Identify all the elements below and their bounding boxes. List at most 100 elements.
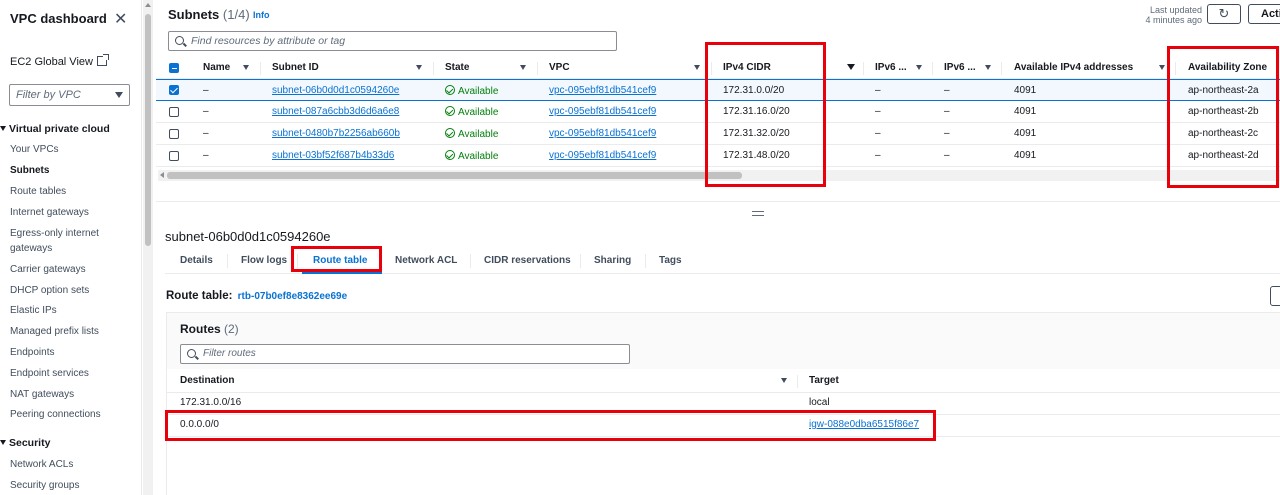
subnets-search-input[interactable]: Find resources by attribute or tag — [168, 31, 617, 51]
select-all-checkbox[interactable] — [169, 63, 179, 73]
tab-details[interactable]: Details — [180, 255, 213, 266]
sidebar-item-nat-gateways[interactable]: NAT gateways — [10, 387, 130, 402]
subnets-table-header: Name Subnet ID State VPC IPv4 CIDR IPv6 … — [156, 58, 1280, 79]
caret-down-icon — [0, 126, 6, 131]
sort-icon[interactable] — [243, 65, 249, 70]
sidebar-item-subnets[interactable]: Subnets — [10, 163, 130, 178]
table-row[interactable]: – subnet-06b0d0d1c0594260e Available vpc… — [156, 79, 1280, 101]
sidebar-item-peering-connections[interactable]: Peering connections — [10, 407, 130, 422]
sort-icon[interactable] — [916, 65, 922, 70]
tab-divider — [645, 254, 646, 268]
sidebar-item-your-vpcs[interactable]: Your VPCs — [10, 142, 130, 157]
route-table-id-link[interactable]: rtb-07b0ef8e8362ee69e — [238, 291, 348, 302]
search-placeholder: Find resources by attribute or tag — [191, 35, 346, 47]
sidebar-item-security-groups[interactable]: Security groups — [10, 478, 130, 493]
cell-name: – — [203, 150, 209, 161]
sort-icon[interactable] — [520, 65, 526, 70]
row-divider — [167, 414, 1280, 415]
column-header-availability-zone[interactable]: Availability Zone — [1188, 62, 1267, 73]
sidebar-item-internet-gateways[interactable]: Internet gateways — [10, 205, 130, 220]
cell-ipv6-a: – — [875, 106, 881, 117]
sort-icon[interactable] — [694, 65, 700, 70]
column-header-vpc[interactable]: VPC — [549, 62, 570, 73]
cell-availability-zone: ap-northeast-2b — [1188, 106, 1259, 117]
table-row[interactable]: – subnet-0480b7b2256ab660b Available vpc… — [156, 123, 1280, 145]
section-virtual-private-cloud[interactable]: Virtual private cloud — [0, 123, 110, 135]
cell-subnet-id-link[interactable]: subnet-0480b7b2256ab660b — [272, 128, 400, 139]
sort-icon[interactable] — [985, 65, 991, 70]
section-security[interactable]: Security — [0, 437, 50, 449]
sidebar-item-egress-only-internet-gateways[interactable]: Egress-only internet gateways — [10, 226, 130, 256]
cell-vpc-link[interactable]: vpc-095ebf81db541cef9 — [549, 85, 656, 96]
search-icon — [175, 36, 184, 45]
subnets-title: Subnets (1/4) — [168, 7, 250, 22]
sidebar-item-endpoint-services[interactable]: Endpoint services — [10, 366, 130, 381]
column-header-subnet-id[interactable]: Subnet ID — [272, 62, 319, 73]
cell-ipv4-cidr: 172.31.0.0/20 — [723, 85, 785, 96]
sidebar-item-elastic-ips[interactable]: Elastic IPs — [10, 303, 130, 318]
cell-availability-zone: ap-northeast-2d — [1188, 150, 1259, 161]
resize-handle-icon[interactable] — [752, 211, 764, 216]
scroll-up-icon[interactable] — [145, 3, 151, 7]
sort-icon[interactable] — [416, 65, 422, 70]
table-horizontal-scrollbar[interactable] — [158, 170, 1280, 181]
actions-button[interactable]: Acti — [1248, 4, 1280, 24]
caret-down-icon — [115, 92, 123, 98]
sidebar-item-endpoints[interactable]: Endpoints — [10, 345, 130, 360]
tab-flow-logs[interactable]: Flow logs — [241, 255, 287, 266]
edit-route-table-button[interactable] — [1270, 286, 1280, 306]
column-header-ipv4-cidr[interactable]: IPv4 CIDR — [723, 62, 771, 73]
sidebar-item-dhcp-option-sets[interactable]: DHCP option sets — [10, 283, 130, 298]
cell-subnet-id-link[interactable]: subnet-03bf52f687b4b33d6 — [272, 150, 394, 161]
column-header-destination[interactable]: Destination — [180, 375, 234, 386]
row-checkbox[interactable] — [169, 85, 179, 95]
sidebar-item-route-tables[interactable]: Route tables — [10, 184, 130, 199]
row-checkbox[interactable] — [169, 129, 179, 139]
state-text: Available — [458, 107, 499, 118]
sidebar-item-managed-prefix-lists[interactable]: Managed prefix lists — [10, 324, 130, 339]
column-divider — [1001, 62, 1002, 75]
tab-route-table[interactable]: Route table — [313, 255, 367, 266]
route-target-link[interactable]: igw-088e0dba6515f86e7 — [809, 419, 919, 430]
tab-cidr-reservations[interactable]: CIDR reservations — [484, 255, 571, 266]
sort-icon[interactable] — [1159, 65, 1165, 70]
cell-vpc-link[interactable]: vpc-095ebf81db541cef9 — [549, 106, 656, 117]
refresh-button[interactable]: ↻ — [1207, 4, 1241, 24]
sidebar-item-carrier-gateways[interactable]: Carrier gateways — [10, 262, 130, 277]
sort-icon[interactable] — [781, 378, 787, 383]
column-header-state[interactable]: State — [445, 62, 469, 73]
info-link[interactable]: Info — [253, 10, 270, 20]
column-divider — [711, 62, 712, 75]
cell-subnet-id-link[interactable]: subnet-06b0d0d1c0594260e — [272, 85, 399, 96]
column-header-ipv6-b[interactable]: IPv6 ... — [944, 62, 976, 73]
sidebar-item-network-acls[interactable]: Network ACLs — [10, 457, 130, 472]
section-label: Virtual private cloud — [9, 123, 110, 135]
scrollbar-thumb[interactable] — [145, 14, 151, 246]
tab-tags[interactable]: Tags — [659, 255, 682, 266]
scrollbar-thumb[interactable] — [167, 172, 742, 179]
sidebar-scrollbar[interactable] — [143, 0, 153, 495]
table-row[interactable]: – subnet-03bf52f687b4b33d6 Available vpc… — [156, 145, 1280, 167]
cell-name: – — [203, 128, 209, 139]
sidebar-item-ec2-global-view[interactable]: EC2 Global View — [10, 54, 109, 68]
cell-vpc-link[interactable]: vpc-095ebf81db541cef9 — [549, 128, 656, 139]
tab-network-acl[interactable]: Network ACL — [395, 255, 457, 266]
cell-subnet-id-link[interactable]: subnet-087a6cbb3d6d6a6e8 — [272, 106, 399, 117]
routes-search-input[interactable]: Filter routes — [180, 344, 630, 364]
tab-sharing[interactable]: Sharing — [594, 255, 631, 266]
state-text: Available — [458, 86, 499, 97]
detail-title: subnet-06b0d0d1c0594260e — [165, 229, 331, 244]
row-checkbox[interactable] — [169, 151, 179, 161]
table-row[interactable]: – subnet-087a6cbb3d6d6a6e8 Available vpc… — [156, 101, 1280, 123]
column-header-target[interactable]: Target — [809, 375, 839, 386]
row-checkbox[interactable] — [169, 107, 179, 117]
cell-vpc-link[interactable]: vpc-095ebf81db541cef9 — [549, 150, 656, 161]
scroll-left-icon[interactable] — [160, 172, 164, 178]
column-header-name[interactable]: Name — [203, 62, 230, 73]
sort-descending-icon[interactable] — [847, 64, 855, 70]
column-header-available-ipv4[interactable]: Available IPv4 addresses — [1014, 62, 1133, 73]
last-updated: Last updated 4 minutes ago — [1140, 5, 1202, 25]
vpc-filter-select[interactable]: Filter by VPC — [9, 84, 130, 106]
close-icon[interactable]: ✕ — [114, 9, 127, 29]
column-header-ipv6-a[interactable]: IPv6 ... — [875, 62, 907, 73]
